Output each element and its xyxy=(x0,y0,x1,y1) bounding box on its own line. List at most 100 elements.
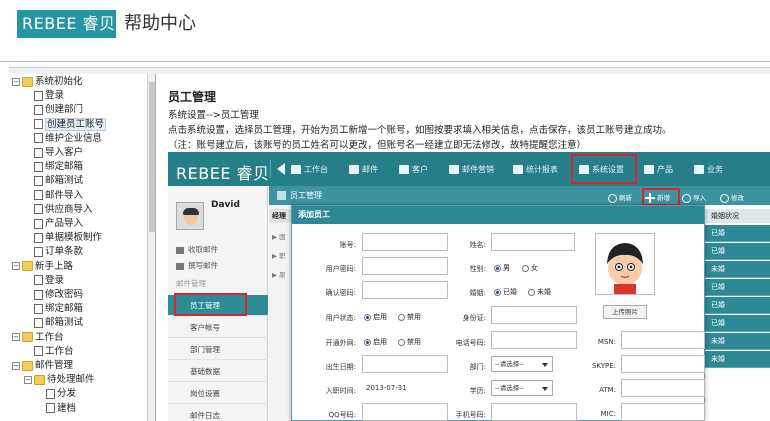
tree-item[interactable]: 邮箱测试 xyxy=(34,175,83,187)
tree-item[interactable]: 分发 xyxy=(46,388,76,400)
status-enable-radio[interactable]: 启用 xyxy=(364,312,387,322)
table-cell[interactable]: 已婚 xyxy=(705,297,770,314)
gender-male-radio[interactable]: 男 xyxy=(494,263,510,273)
tree-item[interactable]: 建档 xyxy=(46,403,76,415)
table-cell[interactable]: 未婚 xyxy=(705,333,770,350)
import-button[interactable]: 导入 xyxy=(682,192,706,203)
tree-item[interactable]: 维护企业信息 xyxy=(34,133,102,145)
table-cell[interactable]: 已婚 xyxy=(705,225,770,242)
table-cell[interactable]: 已婚 xyxy=(705,279,770,296)
employee-photo xyxy=(595,233,655,295)
tree-folder[interactable]: − 新手上路 xyxy=(12,261,73,273)
msn-label: MSN: xyxy=(597,338,616,346)
tree-item[interactable]: 工作台 xyxy=(34,346,74,358)
nav-mail[interactable]: 邮件 xyxy=(349,164,378,175)
tree-scrollbar[interactable] xyxy=(147,74,155,421)
mobile-label: 手机号码: xyxy=(455,411,486,419)
side-sub-department[interactable]: 部门管理 xyxy=(168,339,268,360)
status-disable-radio[interactable]: 禁用 xyxy=(398,312,421,322)
open-ip-disable-radio[interactable]: 禁用 xyxy=(398,337,421,347)
tree-item[interactable]: 导入客户 xyxy=(34,147,83,159)
scrollbar-thumb[interactable] xyxy=(149,82,155,232)
edit-button[interactable]: 修改 xyxy=(720,192,744,203)
tree-item[interactable]: 绑定邮箱 xyxy=(34,161,83,173)
refresh-button[interactable]: 刷新 xyxy=(608,192,632,203)
tree-item[interactable]: 登录 xyxy=(34,90,64,102)
msn-input[interactable] xyxy=(621,331,705,349)
tree-folder[interactable]: − 系统初始化 xyxy=(12,76,83,88)
tree-item[interactable]: 邮箱测试 xyxy=(34,317,83,329)
collapse-toggle-icon[interactable]: − xyxy=(12,333,20,342)
tree-item[interactable]: 供应商导入 xyxy=(34,204,93,216)
tree-item-label: 邮箱测试 xyxy=(45,317,84,329)
document-icon xyxy=(46,403,55,414)
tree-item-label: 供应商导入 xyxy=(45,203,93,215)
tree-folder[interactable]: − 待处理邮件 xyxy=(24,374,95,386)
back-arrow-icon[interactable] xyxy=(277,163,285,175)
marital-married-radio[interactable]: 已婚 xyxy=(494,287,517,297)
department-select[interactable]: --请选择-- xyxy=(491,356,553,372)
tree-item[interactable]: 订单条款 xyxy=(34,246,83,258)
atm-input[interactable] xyxy=(621,379,705,397)
mobile-input[interactable] xyxy=(491,403,577,421)
phone-input[interactable] xyxy=(491,331,577,349)
hire-date-input[interactable]: 2013-07-31 xyxy=(362,379,448,397)
tree-item[interactable]: 登录 xyxy=(34,275,64,287)
tree-item-label: 邮件管理 xyxy=(35,360,74,371)
tree-item-label: 分发 xyxy=(57,388,77,400)
skype-input[interactable] xyxy=(621,355,705,373)
tree-item[interactable]: 邮件导入 xyxy=(34,190,83,202)
collapse-toggle-icon[interactable]: − xyxy=(24,375,32,384)
side-sub-customer-account[interactable]: 客户帐号 xyxy=(168,317,268,338)
collapse-toggle-icon[interactable]: − xyxy=(12,262,20,271)
nav-customer[interactable]: 客户 xyxy=(399,164,428,175)
table-cell[interactable]: 未婚 xyxy=(705,351,770,368)
collapse-toggle-icon[interactable]: − xyxy=(12,77,20,86)
side-sub-mail-log[interactable]: 邮件日志 xyxy=(168,405,268,421)
password-input[interactable] xyxy=(362,257,448,275)
tree-item[interactable]: 修改密码 xyxy=(34,289,83,301)
id-card-input[interactable] xyxy=(491,306,577,324)
refresh-icon xyxy=(608,193,617,203)
name-label: 姓名: xyxy=(469,241,486,249)
mic-input[interactable] xyxy=(621,403,705,421)
nav-path: 系统设置-->员工管理 xyxy=(168,110,259,121)
confirm-password-input[interactable] xyxy=(362,281,448,299)
tree-item[interactable]: 单据模板制作 xyxy=(34,232,102,244)
radio-dot xyxy=(494,288,501,296)
tree-item[interactable]: 产品导入 xyxy=(34,218,83,230)
table-cell[interactable]: 已婚 xyxy=(705,315,770,332)
rebee-logo[interactable]: REBEE 睿贝 xyxy=(17,10,116,38)
tree-folder[interactable]: − 工作台 xyxy=(12,332,64,344)
open-ip-enable-radio[interactable]: 启用 xyxy=(364,337,387,347)
tree-item-label: 邮件导入 xyxy=(45,189,84,201)
table-cell[interactable]: 未婚 xyxy=(705,261,770,278)
nav-mail-marketing[interactable]: 邮件营销 xyxy=(449,164,494,175)
nav-reports[interactable]: 统计报表 xyxy=(513,164,558,175)
nav-products[interactable]: 产品 xyxy=(644,164,673,175)
upload-photo-button[interactable]: 上传照片 xyxy=(603,305,647,319)
tree-item-label: 系统初始化 xyxy=(35,76,83,87)
birth-date-input[interactable] xyxy=(362,355,448,373)
education-select[interactable]: --请选择-- xyxy=(491,380,553,396)
nav-business[interactable]: 业务 xyxy=(694,164,723,175)
side-sub-basic-data[interactable]: 基础数据 xyxy=(168,361,268,382)
collapse-toggle-icon[interactable]: − xyxy=(12,361,20,370)
name-input[interactable] xyxy=(491,233,575,251)
gender-female-radio[interactable]: 女 xyxy=(522,263,538,273)
app-topbar: REBEE 睿贝 工作台 邮件 客户 邮件营销 统计报表 系统设置 产品 业务 xyxy=(168,152,770,186)
column-header: 婚姻状况 xyxy=(705,209,770,223)
nav-workbench[interactable]: 工作台 xyxy=(291,164,328,175)
side-item-compose-mail[interactable]: 撰写邮件 xyxy=(168,260,268,271)
tree-item[interactable]: 创建部门 xyxy=(34,104,83,116)
marital-single-radio[interactable]: 未婚 xyxy=(528,287,551,297)
gift-icon xyxy=(644,165,654,174)
tree-item[interactable]: 绑定邮箱 xyxy=(34,303,83,315)
account-input[interactable] xyxy=(362,233,448,251)
tree-folder[interactable]: − 邮件管理 xyxy=(12,360,73,372)
side-item-receive-mail[interactable]: 收取邮件 xyxy=(168,244,268,255)
side-sub-position[interactable]: 岗位设置 xyxy=(168,383,268,404)
tree-item[interactable]: 创建员工账号 xyxy=(34,117,107,131)
home-icon xyxy=(449,165,459,174)
table-cell[interactable]: 已婚 xyxy=(705,243,770,260)
